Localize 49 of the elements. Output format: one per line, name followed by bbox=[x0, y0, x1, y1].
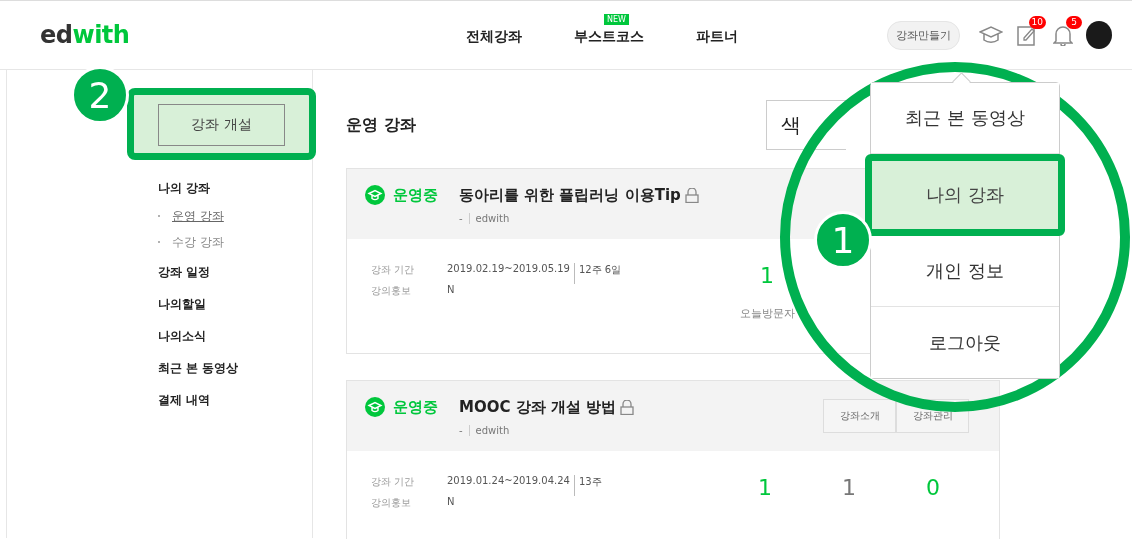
graduation-cap-icon bbox=[365, 397, 385, 417]
count-badge: 5 bbox=[1066, 16, 1082, 29]
search-button[interactable]: 색 bbox=[766, 100, 846, 150]
info-value: 2019.01.24~2019.04.24 bbox=[447, 475, 570, 488]
status-label: 운영중 bbox=[393, 185, 438, 205]
info-value: N bbox=[447, 284, 455, 297]
stat-value: 0 bbox=[926, 475, 940, 500]
course-meta: edwith bbox=[475, 425, 510, 436]
stat-value: 1 bbox=[842, 475, 856, 500]
course-action-button[interactable]: 강좌소개 bbox=[823, 399, 896, 433]
info-value: 2019.02.19~2019.05.19 bbox=[447, 263, 570, 276]
status-label: 운영중 bbox=[393, 397, 438, 417]
bell-icon[interactable] bbox=[1053, 24, 1073, 46]
sidebar-item[interactable]: 강좌 일정 bbox=[158, 264, 312, 296]
edit-icon[interactable] bbox=[1017, 24, 1037, 46]
step-number: 2 bbox=[71, 66, 129, 124]
course-meta: - bbox=[459, 425, 463, 436]
stat-label: 오늘방문자 bbox=[739, 306, 795, 321]
nav-link[interactable]: 전체강좌 bbox=[440, 29, 548, 43]
sidebar-item[interactable]: 나의할일 bbox=[158, 296, 312, 328]
graduation-cap-icon bbox=[365, 185, 385, 205]
info-value: N bbox=[447, 496, 455, 509]
count-badge: 10 bbox=[1028, 16, 1046, 29]
sidebar-item[interactable]: 나의소식 bbox=[158, 328, 312, 360]
create-course-button[interactable]: 강좌만들기 bbox=[887, 20, 960, 50]
avatar[interactable] bbox=[1086, 21, 1112, 49]
open-course-button[interactable]: 강좌 개설 bbox=[158, 104, 285, 146]
course-title[interactable]: MOOC 강좌 개설 방법 bbox=[459, 397, 617, 417]
dropdown-item[interactable]: 최근 본 동영상 bbox=[871, 83, 1059, 154]
info-value: 13주 bbox=[573, 475, 602, 496]
dropdown-item[interactable]: 나의 강좌 bbox=[865, 154, 1065, 236]
course-meta: - bbox=[459, 213, 463, 224]
info-label: 강좌 기간 bbox=[371, 475, 416, 489]
nav-link[interactable]: 부스트코스 bbox=[548, 29, 670, 43]
sidebar-item[interactable]: 최근 본 동영상 bbox=[158, 360, 312, 392]
info-value: 12주 6일 bbox=[573, 263, 622, 284]
nav-link[interactable]: 파트너 bbox=[670, 29, 764, 43]
info-label: 강의홍보 bbox=[371, 496, 412, 510]
stat-value: 1 bbox=[760, 263, 774, 288]
course-meta: edwith bbox=[475, 213, 510, 224]
logo[interactable]: edwith bbox=[40, 21, 130, 49]
new-badge: NEW bbox=[604, 14, 629, 25]
sidebar-item[interactable]: 결제 내역 bbox=[158, 392, 312, 424]
course-title[interactable]: 동아리를 위한 플립러닝 이용Tip bbox=[459, 185, 681, 205]
graduation-cap-icon[interactable] bbox=[979, 25, 1003, 45]
info-label: 강좌 기간 bbox=[371, 263, 416, 277]
section-title: 운영 강좌 bbox=[346, 114, 416, 136]
stat-value: 1 bbox=[758, 475, 772, 500]
info-label: 강의홍보 bbox=[371, 284, 412, 298]
